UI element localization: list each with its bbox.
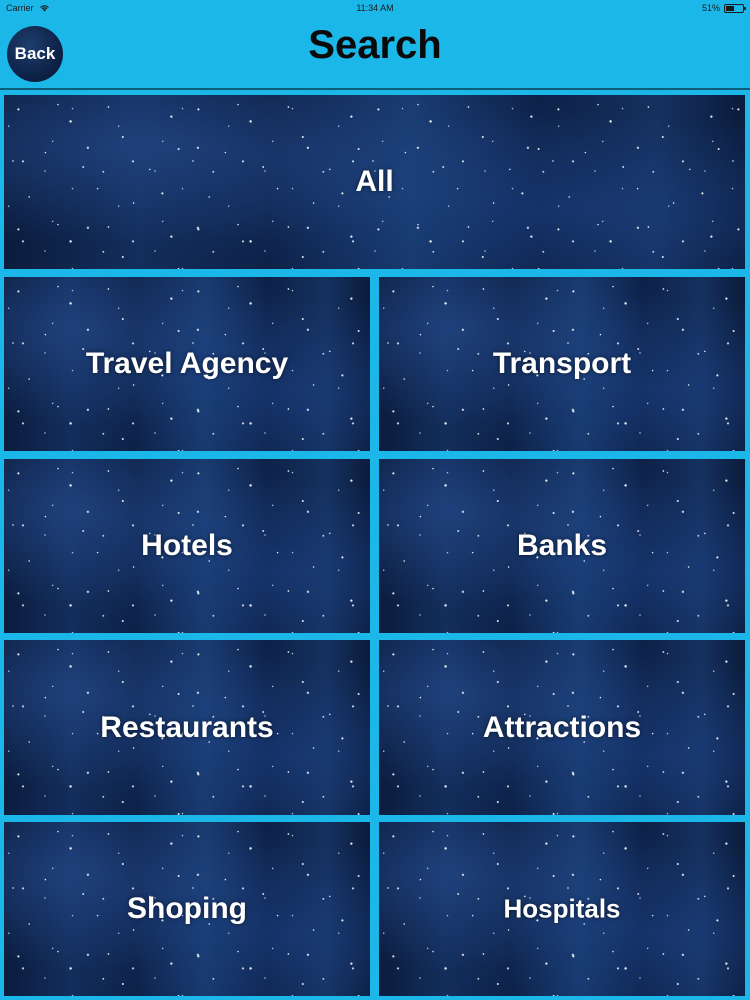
category-label: Shoping bbox=[127, 892, 247, 925]
category-tile-banks[interactable]: Banks bbox=[379, 459, 745, 633]
status-right: 51% bbox=[701, 3, 746, 13]
category-grid: All Travel Agency Transport Hotels Banks… bbox=[0, 90, 750, 1000]
category-tile-all[interactable]: All bbox=[4, 95, 745, 269]
navigation-bar: Back Search bbox=[0, 16, 750, 88]
category-tile-travel-agency[interactable]: Travel Agency bbox=[4, 277, 370, 451]
page-title: Search bbox=[308, 23, 442, 67]
status-time: 11:34 AM bbox=[356, 3, 394, 13]
category-label: Restaurants bbox=[100, 710, 274, 744]
category-label: Travel Agency bbox=[85, 347, 289, 380]
category-label: Hospitals bbox=[503, 893, 621, 924]
category-tile-transport[interactable]: Transport bbox=[379, 277, 745, 451]
battery-level-fill bbox=[726, 5, 734, 11]
category-tile-restaurants[interactable]: Restaurants bbox=[4, 640, 370, 815]
category-label: Attractions bbox=[482, 710, 642, 744]
category-label: Banks bbox=[516, 529, 608, 562]
battery-icon bbox=[724, 3, 746, 13]
category-tile-hotels[interactable]: Hotels bbox=[4, 459, 370, 633]
status-bar: Carrier 11:34 AM 51% bbox=[0, 0, 750, 16]
battery-percentage: 51% bbox=[701, 3, 720, 13]
category-tile-hospitals[interactable]: Hospitals bbox=[379, 822, 745, 996]
category-label: Transport bbox=[492, 347, 632, 380]
category-label: All bbox=[355, 165, 394, 198]
category-tile-shoping[interactable]: Shoping bbox=[4, 822, 370, 996]
category-label: Hotels bbox=[141, 529, 233, 562]
category-tile-attractions[interactable]: Attractions bbox=[379, 640, 745, 815]
